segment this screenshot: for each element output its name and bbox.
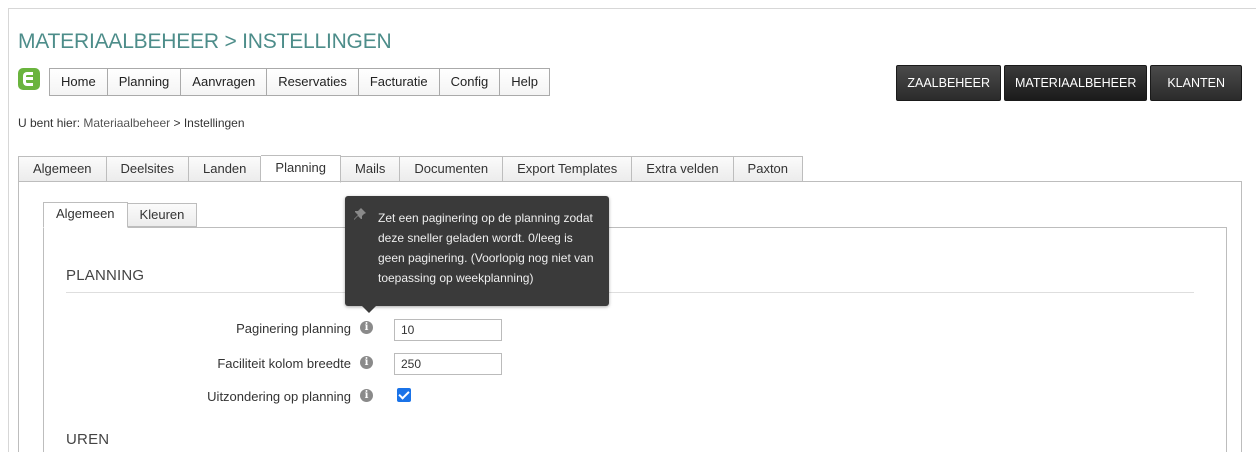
breadcrumb-current: Instellingen [183,116,245,130]
module-switcher: ZAALBEHEER MATERIAALBEHEER KLANTEN [896,65,1242,101]
breadcrumb-link-materiaalbeheer[interactable]: Materiaalbeheer [83,116,170,130]
section-title-planning: PLANNING [66,267,145,284]
breadcrumb-prefix: U bent hier: [18,116,81,130]
menu-item-home[interactable]: Home [50,69,108,95]
breadcrumb: U bent hier: Materiaalbeheer > Instellin… [18,116,245,130]
tab-deelsites[interactable]: Deelsites [106,156,190,182]
menu-item-config[interactable]: Config [439,69,501,95]
page-title: MATERIAALBEHEER > INSTELLINGEN [18,30,392,53]
info-icon[interactable]: i [360,389,373,402]
klanten-button[interactable]: KLANTEN [1150,65,1242,101]
tab-export-templates[interactable]: Export Templates [503,156,633,182]
paginering-input[interactable] [394,319,502,341]
tooltip-text: Zet een paginering op de planning zodat … [378,211,594,285]
menu-item-planning[interactable]: Planning [107,69,182,95]
tab-extra-velden[interactable]: Extra velden [632,156,734,182]
kolom-breedte-label: Faciliteit kolom breedte [217,356,351,371]
tab-mails[interactable]: Mails [341,156,401,182]
kolom-breedte-input[interactable] [394,353,502,375]
app-logo-icon[interactable] [18,68,40,90]
subtab-panel [43,227,1227,452]
uitzondering-checkbox[interactable] [397,388,411,402]
paginering-label: Paginering planning [236,321,351,336]
planning-subtabs: Algemeen Kleuren [43,202,198,228]
uitzondering-label: Uitzondering op planning [207,389,351,404]
tab-algemeen[interactable]: Algemeen [18,156,107,182]
breadcrumb-separator: > [173,116,181,130]
main-menu: Home Planning Aanvragen Reservaties Fact… [49,68,550,96]
tab-landen[interactable]: Landen [189,156,262,182]
materiaalbeheer-button[interactable]: MATERIAALBEHEER [1004,65,1148,101]
info-icon[interactable]: i [360,356,373,369]
menu-item-aanvragen[interactable]: Aanvragen [181,69,268,95]
subtab-algemeen[interactable]: Algemeen [43,202,128,228]
info-icon[interactable]: i [360,321,373,334]
subtab-kleuren[interactable]: Kleuren [127,203,198,227]
tooltip: Zet een paginering op de planning zodat … [345,196,609,313]
menu-item-facturatie[interactable]: Facturatie [358,69,440,95]
settings-tabs: Algemeen Deelsites Landen Planning Mails… [18,155,804,183]
tab-documenten[interactable]: Documenten [400,156,504,182]
menu-item-reservaties[interactable]: Reservaties [267,69,359,95]
section-divider [66,292,1194,293]
menu-item-help[interactable]: Help [500,69,549,95]
tab-planning[interactable]: Planning [261,155,342,183]
pin-icon[interactable] [354,208,366,220]
section-title-uren: UREN [66,431,110,448]
tab-paxton[interactable]: Paxton [733,156,804,182]
zaalbeheer-button[interactable]: ZAALBEHEER [896,65,1002,101]
